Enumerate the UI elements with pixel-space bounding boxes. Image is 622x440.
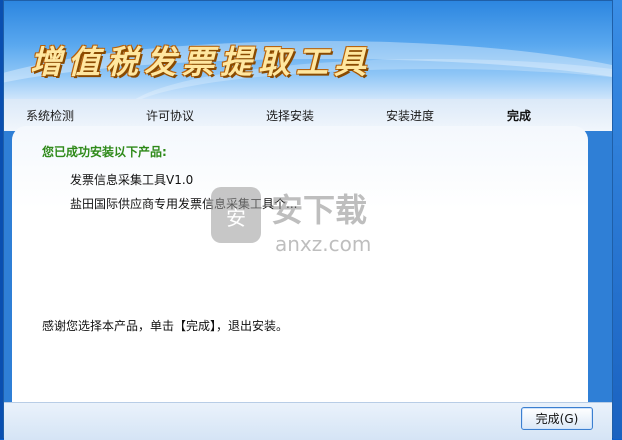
content-panel bbox=[12, 126, 588, 402]
success-heading: 您已成功安装以下产品: bbox=[42, 145, 167, 159]
watermark-brand-cn: 安下载 bbox=[271, 191, 367, 229]
header-banner: 增值税发票提取工具 bbox=[4, 1, 612, 99]
finish-button[interactable]: 完成(G) bbox=[521, 407, 593, 430]
step-license: 许可协议 bbox=[146, 109, 195, 123]
desktop-edge bbox=[613, 0, 622, 439]
svg-text:安: 安 bbox=[226, 206, 246, 230]
product-item: 发票信息采集工具V1.0 bbox=[70, 173, 194, 187]
watermark-domain: anxz.com bbox=[275, 232, 371, 256]
app-title: 增值税发票提取工具 bbox=[30, 43, 373, 81]
step-progress: 安装进度 bbox=[386, 109, 435, 123]
step-system-check: 系统检测 bbox=[26, 109, 75, 123]
step-finish: 完成 bbox=[507, 109, 532, 123]
step-select-install: 选择安装 bbox=[266, 109, 315, 123]
thanks-message: 感谢您选择本产品，单击【完成】，退出安装。 bbox=[42, 319, 289, 333]
watermark-logo: 安 安下载 anxz.com bbox=[211, 187, 371, 256]
installer-window: 增值税发票提取工具 系统检测 许可协议 选择安装 安装进度 完成 您已成功安装以… bbox=[3, 0, 613, 440]
